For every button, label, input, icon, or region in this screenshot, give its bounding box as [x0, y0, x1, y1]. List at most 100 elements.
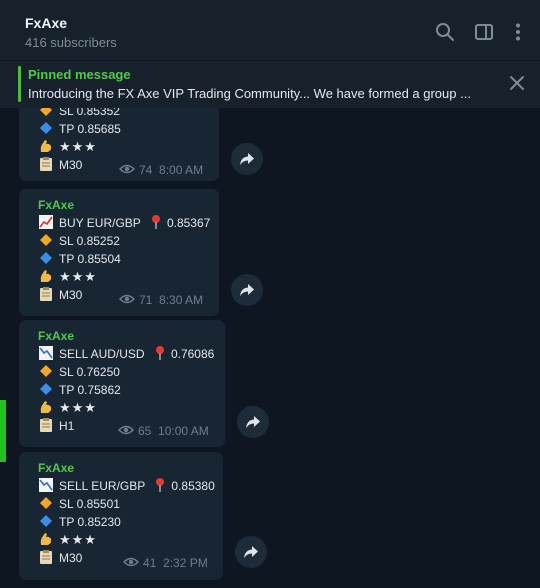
rating-line: ★★★: [38, 138, 97, 156]
search-icon[interactable]: [435, 22, 455, 42]
take-profit-line: TP 0.85685: [38, 120, 121, 138]
scroll-indicator[interactable]: [0, 400, 6, 462]
chart-decreasing-icon: [39, 478, 53, 492]
pinned-message-bar[interactable]: Pinned message Introducing the FX Axe VI…: [0, 60, 540, 108]
stop-loss-value: SL 0.85252: [59, 234, 120, 248]
round-pushpin-icon: [151, 215, 160, 229]
orange-diamond-icon: [40, 234, 52, 246]
signal-pair: BUY EUR/GBP: [59, 216, 141, 230]
clipboard-icon: [40, 418, 52, 432]
entry-price: 0.85367: [166, 216, 211, 230]
views-eye-icon: [119, 294, 135, 304]
signal-pair: SELL AUD/USD: [59, 347, 145, 361]
signal-pair: SELL EUR/GBP: [59, 479, 146, 493]
rating-stars: ★★★: [59, 532, 97, 547]
more-vertical-icon[interactable]: [508, 22, 528, 42]
views-eye-icon: [118, 425, 134, 435]
view-count: 74: [139, 163, 153, 177]
view-count: 71: [139, 293, 153, 307]
take-profit-value: TP 0.75862: [59, 383, 121, 397]
message-meta: 65 10:00 AM: [118, 424, 209, 438]
message-meta: 74 8:00 AM: [119, 163, 203, 177]
clipboard-icon: [40, 550, 52, 564]
rating-stars: ★★★: [59, 400, 97, 415]
flexed-biceps-icon: [40, 401, 52, 413]
clipboard-icon: [40, 157, 52, 171]
take-profit-value: TP 0.85685: [59, 122, 121, 136]
timeframe-line: M30: [38, 286, 82, 304]
message-author[interactable]: FxAxe: [38, 459, 74, 477]
take-profit-value: TP 0.85504: [59, 252, 121, 266]
share-arrow-icon: [246, 416, 260, 428]
message-bubble[interactable]: FxAxe SELL AUD/USD 0.76086 SL 0.76250 TP…: [19, 320, 225, 447]
timeframe-value: H1: [59, 419, 75, 433]
stop-loss-line: SL 0.85252: [38, 232, 120, 250]
signal-line: BUY EUR/GBP 0.85367: [38, 214, 210, 232]
stop-loss-line: SL 0.85501: [38, 495, 120, 513]
pinned-text: Introducing the FX Axe VIP Trading Commu…: [28, 86, 471, 101]
stop-loss-value: SL 0.76250: [59, 365, 120, 379]
message-bubble[interactable]: FxAxe SELL EUR/GBP 0.85380 SL 0.85501 TP…: [19, 452, 223, 580]
blue-diamond-icon: [40, 515, 52, 527]
message-time: 2:32 PM: [163, 556, 208, 570]
flexed-biceps-icon: [40, 533, 52, 545]
channel-header: FxAxe 416 subscribers: [0, 0, 540, 60]
entry-price: 0.85380: [171, 479, 215, 493]
pinned-label: Pinned message: [28, 67, 131, 82]
message-feed[interactable]: SL 0.85352 TP 0.85685 ★★★ M30 74 8:00 AM…: [0, 108, 540, 588]
chart-decreasing-icon: [39, 346, 53, 360]
message-meta: 71 8:30 AM: [119, 293, 203, 307]
timeframe-value: M30: [59, 288, 83, 302]
rating-stars: ★★★: [59, 139, 97, 154]
message-meta: 41 2:32 PM: [123, 556, 208, 570]
stop-loss-value: SL 0.85352: [59, 108, 120, 118]
message-author[interactable]: FxAxe: [38, 196, 74, 214]
rating-line: ★★★: [38, 268, 97, 286]
share-arrow-icon: [240, 284, 254, 296]
message-bubble[interactable]: SL 0.85352 TP 0.85685 ★★★ M30 74 8:00 AM: [19, 108, 219, 181]
pinned-accent-bar: [18, 66, 21, 102]
stop-loss-value: SL 0.85501: [59, 497, 120, 511]
take-profit-line: TP 0.85230: [38, 513, 121, 531]
signal-line: SELL AUD/USD 0.76086: [38, 345, 214, 363]
message-time: 10:00 AM: [158, 424, 209, 438]
subscriber-count: 416 subscribers: [25, 35, 117, 50]
signal-line: SELL EUR/GBP 0.85380: [38, 477, 215, 495]
entry-price: 0.76086: [170, 347, 215, 361]
timeframe-line: M30: [38, 156, 82, 174]
orange-diamond-icon: [40, 365, 52, 377]
blue-diamond-icon: [40, 383, 52, 395]
close-icon[interactable]: [508, 74, 526, 92]
views-eye-icon: [119, 164, 135, 174]
share-arrow-icon: [240, 153, 254, 165]
stop-loss-line: SL 0.85352: [38, 108, 120, 120]
forward-button[interactable]: [231, 143, 263, 175]
channel-title[interactable]: FxAxe: [25, 15, 67, 31]
orange-diamond-icon: [40, 108, 52, 116]
flexed-biceps-icon: [40, 140, 52, 152]
rating-line: ★★★: [38, 531, 97, 549]
view-count: 65: [138, 424, 152, 438]
forward-button[interactable]: [235, 536, 267, 568]
take-profit-line: TP 0.75862: [38, 381, 121, 399]
blue-diamond-icon: [40, 122, 52, 134]
timeframe-line: M30: [38, 549, 82, 567]
message-author[interactable]: FxAxe: [38, 327, 74, 345]
blue-diamond-icon: [40, 252, 52, 264]
message-time: 8:30 AM: [159, 293, 204, 307]
views-eye-icon: [123, 557, 139, 567]
round-pushpin-icon: [156, 478, 165, 492]
share-arrow-icon: [244, 546, 258, 558]
forward-button[interactable]: [231, 274, 263, 306]
stop-loss-line: SL 0.76250: [38, 363, 120, 381]
sidebar-toggle-icon[interactable]: [474, 22, 494, 42]
round-pushpin-icon: [155, 346, 164, 360]
forward-button[interactable]: [237, 406, 269, 438]
message-bubble[interactable]: FxAxe BUY EUR/GBP 0.85367 SL 0.85252 TP …: [19, 189, 219, 316]
take-profit-line: TP 0.85504: [38, 250, 121, 268]
view-count: 41: [143, 556, 157, 570]
message-time: 8:00 AM: [159, 163, 204, 177]
take-profit-value: TP 0.85230: [59, 515, 121, 529]
orange-diamond-icon: [40, 497, 52, 509]
rating-stars: ★★★: [59, 269, 97, 284]
